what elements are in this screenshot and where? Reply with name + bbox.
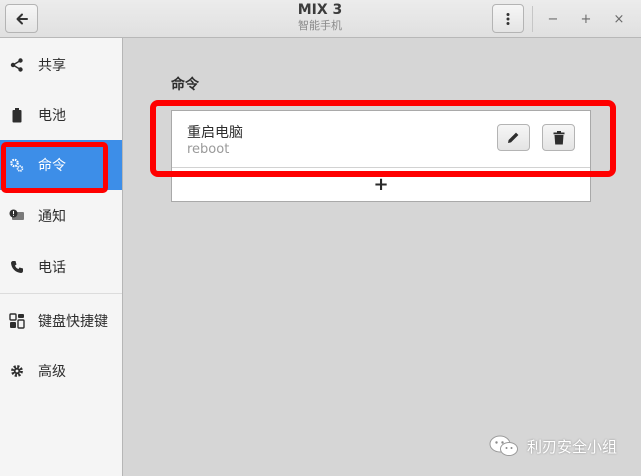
title-area: MIX 3 智能手机 (220, 0, 420, 38)
sidebar-item-commands[interactable]: 命令 (0, 140, 122, 190)
header-separator (532, 6, 533, 32)
trash-icon (553, 130, 564, 144)
minimize-button[interactable]: − (540, 6, 566, 32)
sidebar-item-label: 通知 (38, 209, 66, 225)
arrow-left-icon (16, 13, 28, 24)
close-icon: × (613, 11, 625, 27)
add-icon: + (373, 174, 389, 195)
edit-button[interactable] (497, 124, 530, 151)
menu-button[interactable] (492, 4, 524, 33)
sidebar: 共享 电池 命令 通知 电话 键盘快捷键 高级 (0, 38, 123, 476)
wechat-icon (489, 435, 518, 456)
list-item[interactable]: 重启电脑 reboot (172, 111, 590, 168)
sidebar-divider (0, 293, 122, 294)
section-title: 命令 (171, 77, 199, 93)
pencil-icon (508, 132, 519, 143)
keyboard-shortcuts-icon (9, 313, 25, 329)
sidebar-item-keyboard-shortcuts[interactable]: 键盘快捷键 (0, 296, 122, 346)
watermark: 利刃安全小组 (489, 434, 617, 458)
sidebar-item-share[interactable]: 共享 (0, 40, 122, 90)
battery-icon (9, 107, 25, 123)
command-text: reboot (187, 142, 230, 157)
sidebar-item-advanced[interactable]: 高级 (0, 346, 122, 396)
header-bar: MIX 3 智能手机 − + × (0, 0, 641, 38)
maximize-button[interactable]: + (573, 6, 599, 32)
sidebar-item-label: 电池 (38, 108, 66, 124)
sidebar-item-label: 键盘快捷键 (38, 314, 108, 330)
minimize-icon: − (547, 11, 559, 27)
window-title: MIX 3 (297, 2, 343, 18)
gears-icon (9, 157, 25, 173)
phone-icon (9, 259, 25, 275)
maximize-icon: + (580, 11, 592, 27)
add-command-button[interactable]: + (172, 168, 590, 201)
sidebar-item-label: 共享 (38, 58, 66, 74)
sidebar-item-phone[interactable]: 电话 (0, 242, 122, 292)
commands-list: 重启电脑 reboot + (171, 110, 591, 202)
share-icon (9, 57, 25, 73)
watermark-text: 利刃安全小组 (527, 437, 618, 456)
gear-icon (9, 363, 25, 379)
command-name: 重启电脑 (187, 125, 243, 141)
back-button[interactable] (5, 4, 38, 33)
sidebar-item-label: 电话 (38, 260, 66, 276)
sidebar-item-label: 命令 (38, 158, 66, 174)
vertical-ellipsis-icon (506, 12, 510, 25)
window-subtitle: 智能手机 (298, 19, 342, 32)
notification-icon (9, 208, 25, 224)
sidebar-item-label: 高级 (38, 364, 66, 380)
sidebar-item-battery[interactable]: 电池 (0, 90, 122, 140)
app-window: MIX 3 智能手机 − + × 共享 电池 命令 通知 电话 键盘快捷键 高级… (0, 0, 641, 476)
sidebar-item-notifications[interactable]: 通知 (0, 191, 122, 241)
delete-button[interactable] (542, 124, 575, 151)
close-button[interactable]: × (606, 6, 632, 32)
